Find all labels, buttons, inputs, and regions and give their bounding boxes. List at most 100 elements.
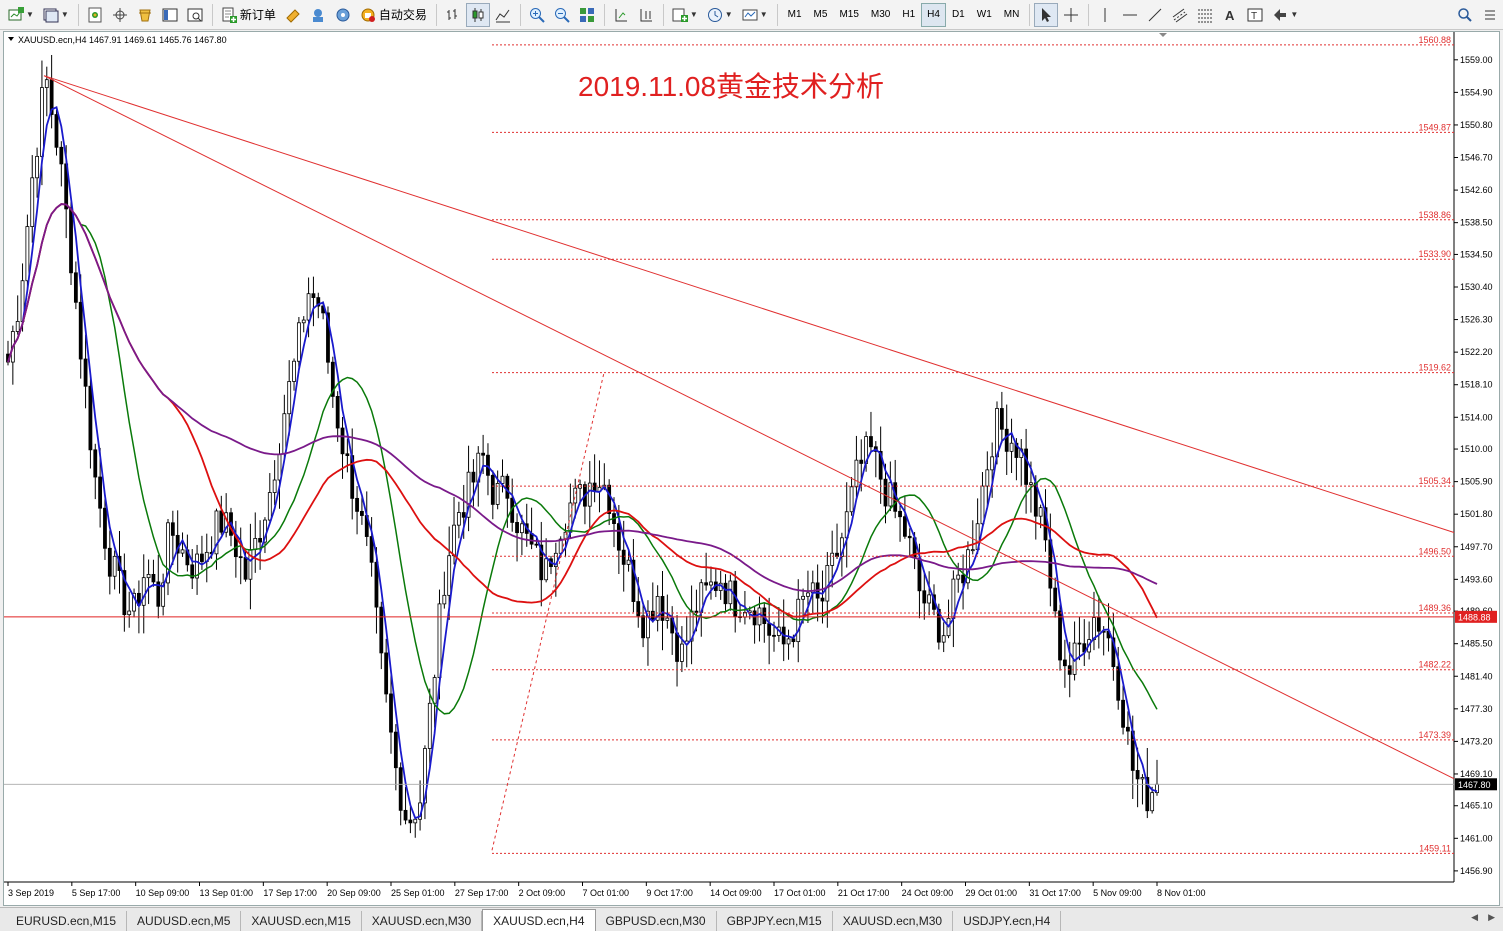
candle-body <box>335 395 340 429</box>
tab-scroll-left-icon[interactable]: ◀ <box>1471 912 1478 923</box>
autotrade-label: 自动交易 <box>378 8 427 22</box>
chart-tab[interactable]: XAUUSD.ecn,H4 <box>482 909 596 931</box>
candle-body <box>98 476 103 509</box>
trendline-button[interactable] <box>1143 3 1167 27</box>
periods-button[interactable]: ▼ <box>703 3 737 27</box>
metaeditor-icon <box>285 7 301 23</box>
new-order-button[interactable]: 新订单 <box>217 3 280 27</box>
chart-tab[interactable]: AUDUSD.ecn,M5 <box>127 911 242 931</box>
text-label-button[interactable]: T <box>1243 3 1267 27</box>
chart-tab[interactable]: GBPJPY.ecn,M15 <box>717 911 833 931</box>
timeframe-m30-button[interactable]: M30 <box>865 3 896 27</box>
price-tick-label: 1481.40 <box>1460 671 1493 681</box>
vertical-line-button[interactable] <box>1093 3 1117 27</box>
price-tick-label: 1510.00 <box>1460 444 1493 454</box>
equidistant-channel-button[interactable] <box>1168 3 1192 27</box>
chart-shift-button[interactable] <box>634 3 658 27</box>
candle-body <box>258 538 263 543</box>
terminal-icon <box>162 7 178 23</box>
timeframe-mn-button[interactable]: MN <box>998 3 1026 27</box>
timeframe-h4-button[interactable]: H4 <box>921 2 946 27</box>
candle-body <box>709 581 713 586</box>
chart-tab[interactable]: USDJPY.ecn,H4 <box>953 911 1062 931</box>
chart-tab[interactable]: EURUSD.ecn,M15 <box>6 911 128 931</box>
candle-body <box>471 471 476 483</box>
search-button[interactable] <box>1453 3 1477 27</box>
level-label: 1533.90 <box>1418 249 1451 259</box>
timeframe-d1-button[interactable]: D1 <box>946 3 971 27</box>
candle-body <box>1009 442 1014 452</box>
bar-chart-icon <box>445 7 461 23</box>
price-tick-label: 1514.00 <box>1460 412 1493 422</box>
level-label: 1560.88 <box>1418 35 1451 45</box>
chart-tabs: EURUSD.ecn,M15 AUDUSD.ecn,M5 XAUUSD.ecn,M1… <box>0 907 1503 931</box>
zoom-in-button[interactable] <box>525 3 549 27</box>
new-order-icon <box>221 7 237 23</box>
candle-body <box>35 155 39 179</box>
new-chart-button[interactable]: ▼ <box>4 3 38 27</box>
zoom-out-button[interactable] <box>550 3 574 27</box>
cursor-button[interactable] <box>1034 2 1059 27</box>
data-window-button[interactable] <box>133 3 157 27</box>
candle-body <box>927 594 932 604</box>
crosshair-button[interactable] <box>1059 3 1083 27</box>
tab-scroll-arrows[interactable]: ◀ ▶ <box>1471 912 1495 923</box>
chart-shift-icon <box>638 7 654 23</box>
time-tick-label: 9 Oct 17:00 <box>646 888 693 898</box>
timeframe-m15-button[interactable]: M15 <box>833 3 864 27</box>
chart-tab[interactable]: GBPUSD.ecn,M30 <box>596 911 717 931</box>
bar-chart-button[interactable] <box>441 3 465 27</box>
toolbar-separator <box>603 3 605 26</box>
tab-scroll-right-icon[interactable]: ▶ <box>1488 912 1495 923</box>
market-watch-button[interactable] <box>83 3 107 27</box>
candle-body <box>486 454 490 476</box>
fibonacci-icon <box>1197 7 1213 23</box>
price-tick-label: 1505.90 <box>1460 477 1493 487</box>
candle-body <box>40 87 44 157</box>
arrows-button[interactable]: ▼ <box>1268 3 1302 27</box>
candle-body <box>495 483 500 505</box>
chart-tab[interactable]: XAUUSD.ecn,M15 <box>241 911 362 931</box>
price-tick-label: 1518.10 <box>1460 380 1493 390</box>
zoom-out-icon <box>554 7 570 23</box>
profiles-button[interactable]: ▼ <box>39 3 73 27</box>
candle-body <box>452 524 456 557</box>
metaeditor-button[interactable] <box>281 3 305 27</box>
candle-body <box>238 556 243 559</box>
templates-icon <box>742 7 758 23</box>
indicators-button[interactable]: ▼ <box>668 3 702 27</box>
chart-window[interactable]: 1559.00 1554.90 1550.80 1546.70 1542.60 1538.… <box>3 31 1500 906</box>
tile-windows-button[interactable] <box>575 3 599 27</box>
price-chart[interactable]: 1559.00 1554.90 1550.80 1546.70 1542.60 1538.… <box>4 32 1499 905</box>
candle-body <box>626 559 631 565</box>
terminal-button[interactable] <box>158 3 182 27</box>
level-label: 1538.86 <box>1418 210 1451 220</box>
templates-button[interactable]: ▼ <box>738 3 772 27</box>
signals-button[interactable] <box>331 3 355 27</box>
navigator-button[interactable] <box>108 3 132 27</box>
autoscroll-button[interactable] <box>609 3 633 27</box>
time-tick-label: 14 Oct 09:00 <box>710 888 762 898</box>
line-chart-button[interactable] <box>491 3 515 27</box>
timeframe-m5-button[interactable]: M5 <box>808 3 834 27</box>
candles-button[interactable] <box>465 2 490 27</box>
time-tick-label: 13 Sep 01:00 <box>200 888 254 898</box>
strategy-tester-button[interactable] <box>183 3 207 27</box>
timeframe-h1-button[interactable]: H1 <box>896 3 921 27</box>
metaquotes-button[interactable] <box>306 3 330 27</box>
candle-body <box>505 475 510 499</box>
timeframe-m1-button[interactable]: M1 <box>782 3 808 27</box>
candles-icon <box>470 7 486 23</box>
text-button[interactable]: A <box>1218 3 1242 27</box>
horizontal-line-button[interactable] <box>1118 3 1142 27</box>
candle-body <box>1058 610 1062 661</box>
menu-button[interactable] <box>1478 3 1502 27</box>
timeframe-w1-button[interactable]: W1 <box>971 3 998 27</box>
candle-body <box>1135 770 1140 780</box>
autotrade-button[interactable]: 自动交易 <box>356 3 431 27</box>
chart-tab[interactable]: XAUUSD.ecn,M30 <box>362 911 483 931</box>
price-tick-label: 1554.90 <box>1460 87 1493 97</box>
chart-tab[interactable]: XAUUSD.ecn,M30 <box>833 911 954 931</box>
candle-body <box>78 301 83 360</box>
fibonacci-button[interactable] <box>1193 3 1217 27</box>
